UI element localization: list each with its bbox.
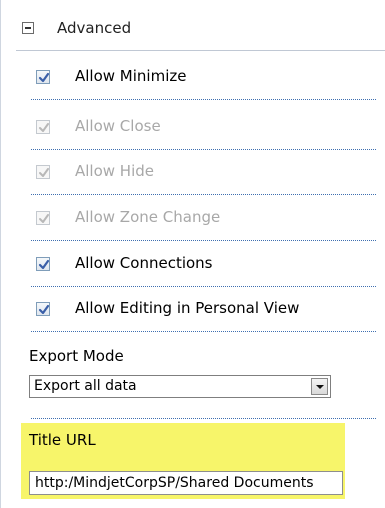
row-divider [31,286,376,287]
allow-zone-change-label: Allow Zone Change [75,208,221,226]
allow-zone-change-checkbox [36,211,50,225]
checkmark-icon [38,304,50,315]
title-url-input[interactable]: http:/MindjetCorpSP/Shared Documents [29,471,343,495]
export-mode-selected-value: Export all data [34,378,137,394]
allow-minimize-label: Allow Minimize [75,67,187,85]
option-allow-hide: Allow Hide [31,151,376,195]
row-divider [31,331,376,332]
checkmark-icon [39,214,49,223]
allow-close-label: Allow Close [75,117,161,135]
allow-minimize-checkbox[interactable] [36,70,50,84]
advanced-settings-panel: Advanced Allow Minimize Allow Close Allo… [0,0,385,508]
option-allow-close: Allow Close [31,106,376,150]
row-divider [31,99,376,100]
allow-connections-checkbox[interactable] [36,257,50,271]
option-allow-minimize[interactable]: Allow Minimize [31,56,376,100]
title-url-value: http:/MindjetCorpSP/Shared Documents [35,475,314,491]
allow-connections-label: Allow Connections [75,254,213,272]
row-divider [31,240,376,241]
allow-editing-personal-view-checkbox[interactable] [36,302,50,316]
allow-hide-label: Allow Hide [75,162,155,180]
option-allow-connections[interactable]: Allow Connections [31,243,376,287]
allow-close-checkbox [36,120,50,134]
row-divider [31,194,376,195]
section-title: Advanced [57,19,132,37]
row-divider [31,149,376,150]
row-divider [31,418,376,419]
dropdown-arrow-icon[interactable] [311,378,328,395]
checkmark-icon [39,123,49,132]
allow-editing-personal-view-label: Allow Editing in Personal View [75,299,300,317]
checkmark-icon [38,72,50,83]
minus-box-icon[interactable] [22,22,34,34]
export-mode-label: Export Mode [29,347,124,365]
advanced-section-header[interactable]: Advanced [16,10,385,51]
option-allow-zone-change: Allow Zone Change [31,197,376,241]
export-mode-select[interactable]: Export all data [29,375,331,398]
title-url-label: Title URL [29,431,96,449]
checkmark-icon [39,168,49,177]
allow-hide-checkbox [36,165,50,179]
checkmark-icon [38,259,50,270]
option-allow-editing-personal-view[interactable]: Allow Editing in Personal View [31,288,376,332]
